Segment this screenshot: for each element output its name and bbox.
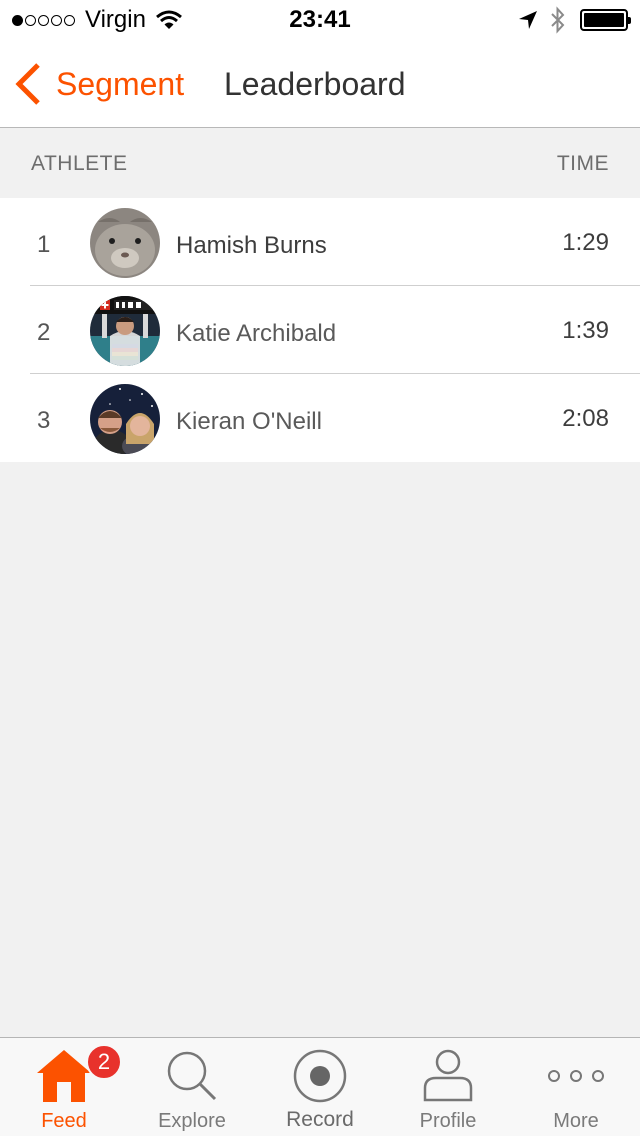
segment-time: 2:08 <box>562 405 609 432</box>
tab-feed[interactable]: 2 Feed <box>0 1038 128 1136</box>
segment-time: 1:29 <box>562 229 609 256</box>
location-arrow-icon <box>519 11 537 29</box>
avatar-photo <box>90 384 160 454</box>
leaderboard-row[interactable]: 1 Hamish Burns 1:29 <box>0 198 640 286</box>
wifi-icon <box>155 10 182 29</box>
status-bar: Virgin 23:41 <box>0 0 640 40</box>
carrier-label: Virgin <box>85 6 146 33</box>
athlete-name[interactable]: Kieran O'Neill <box>176 374 322 462</box>
leaderboard-list: 1 Hamish Burns 1:29 2 Katie Archibald 1:… <box>0 198 640 462</box>
navigation-bar: Segment Leaderboard <box>0 40 640 128</box>
tab-label: Explore <box>158 1110 226 1132</box>
battery-icon <box>580 9 631 31</box>
avatar[interactable] <box>90 296 160 366</box>
athlete-name[interactable]: Katie Archibald <box>176 286 336 374</box>
column-header-time: TIME <box>556 152 609 175</box>
rank: 1 <box>37 231 51 258</box>
battery-fill <box>584 13 624 27</box>
avatar[interactable] <box>90 208 160 278</box>
more-icon <box>512 1046 640 1106</box>
record-icon <box>256 1046 384 1106</box>
back-label: Segment <box>56 65 185 102</box>
bluetooth-icon <box>551 6 565 34</box>
tab-more[interactable]: More <box>512 1038 640 1136</box>
segment-time: 1:39 <box>562 317 609 344</box>
avatar-photo <box>90 208 160 278</box>
tab-label: Feed <box>41 1110 87 1132</box>
leaderboard-row[interactable]: 3 Kieran O'Neill 2:08 <box>0 374 640 462</box>
rank: 3 <box>37 407 51 434</box>
rank: 2 <box>37 319 51 346</box>
notification-badge: 2 <box>86 1044 122 1080</box>
search-icon <box>128 1046 256 1106</box>
athlete-name[interactable]: Hamish Burns <box>176 198 327 286</box>
tab-bar: 2 Feed Explore Record Profile More <box>0 1037 640 1136</box>
chevron-left-icon <box>15 63 40 105</box>
back-button[interactable]: Segment <box>14 40 184 128</box>
tab-label: Record <box>286 1108 354 1131</box>
avatar[interactable] <box>90 384 160 454</box>
tab-label: Profile <box>419 1110 477 1132</box>
avatar-photo <box>90 296 160 366</box>
column-header-athlete: ATHLETE <box>31 152 128 175</box>
signal-strength-icon <box>12 14 77 26</box>
tab-record[interactable]: Record <box>256 1038 384 1136</box>
profile-icon <box>384 1046 512 1106</box>
tab-profile[interactable]: Profile <box>384 1038 512 1136</box>
tab-explore[interactable]: Explore <box>128 1038 256 1136</box>
tab-label: More <box>553 1110 599 1132</box>
leaderboard-row[interactable]: 2 Katie Archibald 1:39 <box>0 286 640 374</box>
status-right <box>518 0 631 40</box>
table-header: ATHLETE TIME <box>0 129 640 198</box>
status-left: Virgin <box>12 0 182 40</box>
page-title: Leaderboard <box>224 66 406 102</box>
